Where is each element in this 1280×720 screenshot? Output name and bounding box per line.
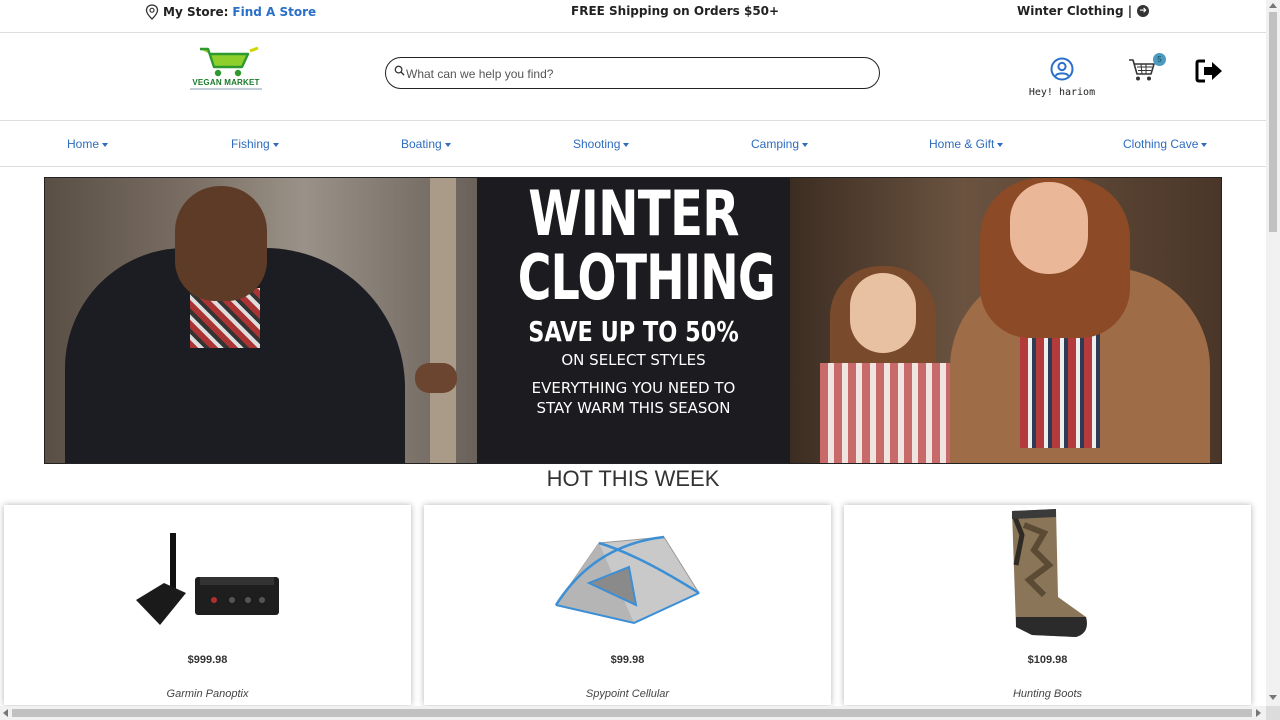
- user-greeting: Hey! hariom: [1028, 87, 1096, 98]
- search-icon[interactable]: [394, 65, 405, 76]
- logo[interactable]: VEGAN MARKET: [190, 45, 262, 95]
- main-nav: Home Fishing Boating Shooting Camping Ho…: [0, 121, 1266, 167]
- nav-item-label: Fishing: [231, 137, 270, 151]
- caret-down-icon: [102, 142, 109, 147]
- caret-down-icon: [802, 142, 809, 147]
- scroll-down-arrow-icon[interactable]: [1269, 695, 1277, 700]
- winter-clothing-promo[interactable]: Winter Clothing | ➜: [1017, 4, 1150, 18]
- nav-item-label: Camping: [751, 137, 800, 151]
- sign-out-icon[interactable]: [1195, 59, 1225, 83]
- wooden-ladder: [430, 178, 456, 463]
- horizontal-scrollbar[interactable]: [0, 706, 1266, 720]
- product-name[interactable]: Hunting Boots: [844, 688, 1251, 700]
- shipping-notice: FREE Shipping on Orders $50+: [571, 4, 780, 18]
- nav-item-boating[interactable]: Boating: [401, 137, 451, 151]
- nav-item-clothing-cave[interactable]: Clothing Cave: [1123, 137, 1208, 151]
- location-pin-icon: [145, 4, 159, 20]
- banner-title-line1: WINTER: [528, 177, 739, 250]
- girl-flannel-shirt: [820, 363, 950, 463]
- banner-select-styles: ON SELECT STYLES: [561, 351, 706, 369]
- arrow-right-circle-icon[interactable]: ➜: [1137, 5, 1150, 17]
- shopping-cart-logo-icon: [200, 46, 259, 77]
- search-bar[interactable]: [385, 57, 880, 89]
- hunting-boot-icon: [1011, 509, 1087, 637]
- product-price: $109.98: [1027, 654, 1068, 666]
- nav-item-fishing[interactable]: Fishing: [231, 137, 279, 151]
- top-bar: My Store: Find A Store FREE Shipping on …: [0, 0, 1266, 33]
- winter-clothing-label: Winter Clothing |: [1017, 4, 1133, 18]
- vertical-scroll-thumb[interactable]: [1269, 12, 1277, 232]
- banner-text-panel: WINTER CLOTHING SAVE UP TO 50% ON SELECT…: [477, 177, 790, 463]
- product-name[interactable]: Garmin Panoptix: [4, 688, 411, 700]
- logo-tagline: [190, 88, 262, 90]
- caret-down-icon: [444, 142, 451, 147]
- scroll-left-arrow-icon[interactable]: [3, 709, 8, 717]
- product-card[interactable]: $99.98 Spypoint Cellular: [424, 505, 831, 705]
- nav-item-shooting[interactable]: Shooting: [573, 137, 630, 151]
- logout-button[interactable]: [1195, 59, 1225, 83]
- product-name[interactable]: Spypoint Cellular: [424, 688, 831, 700]
- scrollbar-corner: [1266, 706, 1280, 720]
- hot-this-week-heading: HOT THIS WEEK: [546, 466, 720, 491]
- nav-item-label: Home & Gift: [929, 137, 995, 151]
- cart-button[interactable]: 5: [1128, 53, 1166, 83]
- man-hand: [415, 363, 457, 393]
- nav-item-label: Clothing Cave: [1123, 137, 1199, 151]
- banner-photo-family: [790, 178, 1221, 463]
- product-price: $99.98: [610, 654, 645, 666]
- nav-item-label: Boating: [401, 137, 442, 151]
- caret-down-icon: [1201, 142, 1208, 147]
- product-price: $999.98: [187, 654, 228, 666]
- nav-item-label: Home: [67, 137, 100, 151]
- my-store-label: My Store:: [163, 5, 229, 19]
- scroll-right-arrow-icon[interactable]: [1256, 709, 1261, 717]
- nav-item-camping[interactable]: Camping: [751, 137, 809, 151]
- logo-text: VEGAN MARKET: [192, 78, 260, 87]
- product-card[interactable]: $999.98 Garmin Panoptix: [4, 505, 411, 705]
- nav-item-home-gift[interactable]: Home & Gift: [929, 137, 1004, 151]
- product-card[interactable]: $109.98 Hunting Boots: [844, 505, 1251, 705]
- user-circle-icon[interactable]: [1050, 57, 1074, 81]
- banner-photo-man: [45, 178, 477, 463]
- product-image-boots[interactable]: [844, 505, 1251, 640]
- nav-item-home[interactable]: Home: [67, 137, 109, 151]
- shopping-cart-icon[interactable]: [1128, 57, 1156, 83]
- banner-save-text: SAVE UP TO 50%: [528, 315, 739, 348]
- banner-tagline-line2: STAY WARM THIS SEASON: [536, 399, 731, 417]
- caret-down-icon: [623, 142, 630, 147]
- sonar-device-icon: [136, 533, 279, 625]
- man-head: [175, 186, 267, 301]
- scroll-up-arrow-icon[interactable]: [1269, 3, 1277, 8]
- woman-face: [1010, 182, 1088, 274]
- girl-head: [850, 273, 916, 353]
- search-input[interactable]: [406, 64, 866, 84]
- banner-tagline-line1: EVERYTHING YOU NEED TO: [531, 379, 736, 397]
- horizontal-scroll-thumb[interactable]: [12, 709, 1252, 717]
- header: VEGAN MARKET Hey! hariom 5: [0, 33, 1266, 121]
- product-image-tent[interactable]: [424, 505, 831, 640]
- my-store: My Store: Find A Store: [145, 4, 316, 20]
- user-account[interactable]: Hey! hariom: [1028, 57, 1096, 98]
- vertical-scrollbar[interactable]: [1266, 0, 1280, 706]
- banner-title-line2: CLOTHING: [517, 241, 776, 314]
- product-image-fishfinder[interactable]: [4, 505, 411, 640]
- caret-down-icon: [997, 142, 1004, 147]
- nav-item-label: Shooting: [573, 137, 621, 151]
- winter-clothing-banner[interactable]: WINTER CLOTHING SAVE UP TO 50% ON SELECT…: [44, 177, 1222, 464]
- caret-down-icon: [272, 142, 279, 147]
- tent-icon: [554, 535, 700, 625]
- find-store-link[interactable]: Find A Store: [232, 5, 316, 19]
- cart-count-badge: 5: [1153, 53, 1166, 66]
